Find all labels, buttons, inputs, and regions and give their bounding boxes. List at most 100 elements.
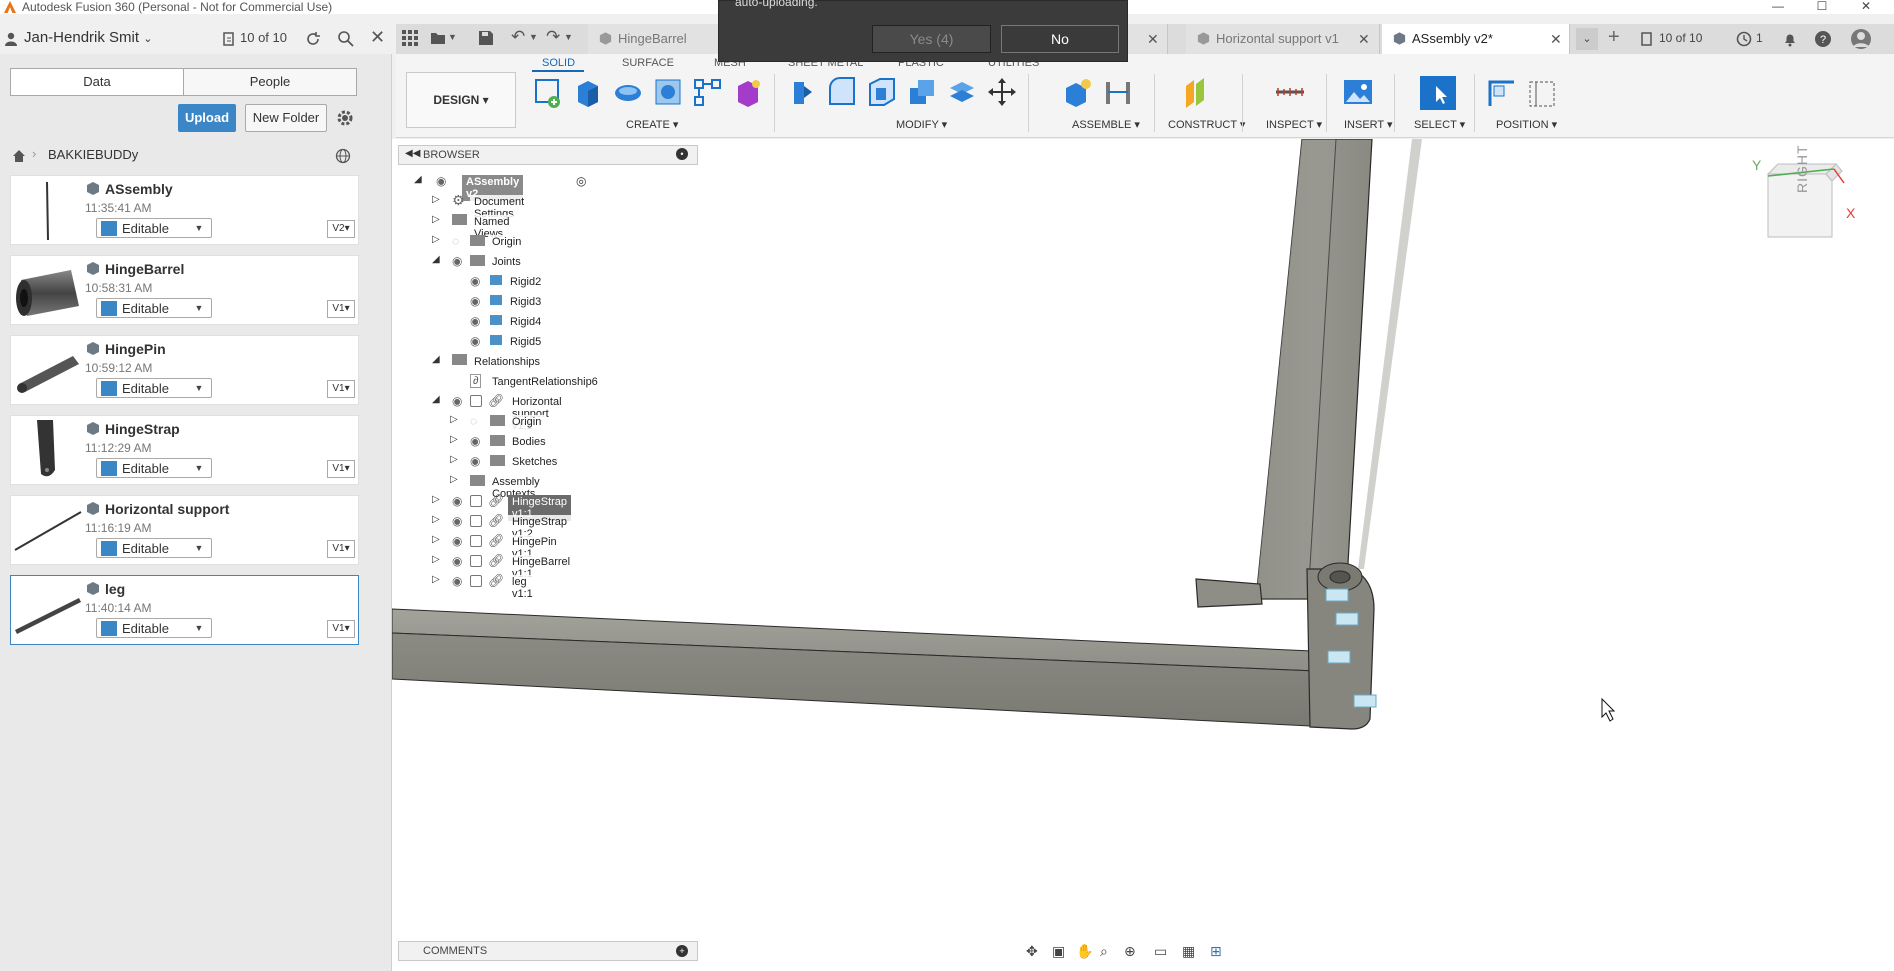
activate-radio-icon[interactable]: ◎ (576, 174, 586, 188)
visibility-eye-icon[interactable]: ◉ (452, 554, 462, 568)
editable-dropdown[interactable]: Editable ▼ (96, 458, 212, 478)
grid-settings-icon[interactable]: ▦ (1182, 943, 1195, 960)
redo-icon[interactable]: ↷ (546, 27, 560, 47)
file-card-hingepin[interactable]: HingePin 10:59:12 AM Editable ▼ V1▾ (10, 335, 359, 405)
tab-overflow-chevron-icon[interactable]: ⌄ (1576, 28, 1598, 50)
visibility-eye-icon[interactable]: ◉ (452, 534, 462, 548)
version-badge[interactable]: V1▾ (327, 460, 355, 478)
tab-assembly[interactable]: ASsembly v2* ✕ (1382, 24, 1570, 54)
bell-icon[interactable] (1782, 31, 1798, 47)
zoom-icon[interactable]: ⌕ (1100, 943, 1108, 960)
expand-triangle-icon[interactable]: ▷ (432, 494, 440, 505)
insert-menu[interactable]: INSERT ▾ (1344, 118, 1393, 131)
chevron-down-icon[interactable]: ▼ (448, 32, 457, 42)
select-menu[interactable]: SELECT ▾ (1414, 118, 1465, 131)
display-settings-icon[interactable]: ▭ (1154, 943, 1167, 960)
visibility-eye-icon[interactable]: ◉ (452, 574, 462, 588)
orbit-icon[interactable]: ✥ (1026, 943, 1038, 960)
visibility-eye-icon[interactable]: ◉ (470, 334, 480, 348)
close-window-button[interactable]: ✕ (1846, 0, 1886, 14)
version-badge[interactable]: V2▾ (327, 220, 355, 238)
help-icon[interactable]: ? (1814, 30, 1832, 48)
hidden-eye-icon[interactable]: ◌ (452, 234, 459, 248)
pan-hand-icon[interactable]: ✋ (1076, 943, 1093, 960)
close-tab-icon[interactable]: ✕ (1550, 31, 1562, 48)
chevron-down-icon[interactable]: ▼ (529, 32, 538, 42)
collapse-triangle-icon[interactable]: ◢ (432, 354, 440, 365)
home-icon[interactable] (12, 149, 26, 163)
visibility-eye-icon[interactable]: ◉ (470, 434, 480, 448)
close-tab-icon[interactable]: ✕ (1147, 31, 1159, 48)
modify-menu[interactable]: MODIFY ▾ (896, 118, 947, 131)
search-icon[interactable] (337, 30, 355, 48)
visibility-eye-icon[interactable]: ◉ (452, 254, 462, 268)
file-card-horizontal-support[interactable]: Horizontal support 11:16:19 AM Editable ▼… (10, 495, 359, 565)
new-folder-button[interactable]: New Folder (245, 104, 327, 132)
globe-icon[interactable] (335, 148, 351, 164)
folder-icon[interactable] (430, 30, 446, 46)
file-card-hingestrap[interactable]: HingeStrap 11:12:29 AM Editable ▼ V1▾ (10, 415, 359, 485)
refresh-icon[interactable] (304, 30, 322, 48)
expand-triangle-icon[interactable]: ▷ (450, 474, 458, 485)
position-menu[interactable]: POSITION ▾ (1496, 118, 1557, 131)
document-count[interactable]: 10 of 10 (240, 30, 287, 45)
version-badge[interactable]: V1▾ (327, 620, 355, 638)
expand-triangle-icon[interactable]: ▷ (432, 554, 440, 565)
collapse-triangle-icon[interactable]: ◢ (414, 174, 422, 185)
version-badge[interactable]: V1▾ (327, 380, 355, 398)
new-component-icon[interactable] (1062, 76, 1094, 110)
hinge-pin[interactable] (1329, 570, 1351, 584)
hidden-eye-icon[interactable]: ◌ (470, 414, 477, 428)
construct-menu[interactable]: CONSTRUCT ▾ (1168, 118, 1245, 131)
insert-image-icon[interactable] (1342, 76, 1374, 110)
yes-button[interactable]: Yes (4) (872, 25, 991, 53)
fillet-icon[interactable] (826, 76, 858, 110)
chevron-down-icon[interactable]: ▼ (564, 32, 573, 42)
expand-triangle-icon[interactable]: ▷ (450, 414, 458, 425)
user-menu[interactable]: Jan-Hendrik Smit ⌄ (24, 29, 152, 46)
expand-triangle-icon[interactable]: ▷ (450, 434, 458, 445)
job-status-icon[interactable] (1736, 31, 1752, 47)
visibility-eye-icon[interactable]: ◉ (470, 454, 480, 468)
expand-triangle-icon[interactable]: ▷ (432, 234, 440, 245)
select-icon[interactable] (1418, 76, 1458, 110)
view-cube[interactable]: Y X RIGHT (1738, 139, 1868, 239)
grid-icon[interactable] (402, 30, 418, 46)
editable-dropdown[interactable]: Editable ▼ (96, 538, 212, 558)
upload-button[interactable]: Upload (178, 104, 236, 132)
gear-icon[interactable] (336, 109, 354, 127)
create-menu[interactable]: CREATE ▾ (626, 118, 678, 131)
extrude-icon[interactable] (572, 76, 604, 110)
no-button[interactable]: No (1001, 25, 1119, 53)
expand-triangle-icon[interactable]: ▷ (432, 534, 440, 545)
collapse-panel-icon[interactable]: ◀◀ (405, 148, 420, 159)
measure-icon[interactable] (1274, 76, 1306, 110)
project-name[interactable]: BAKKIEBUDDy (48, 147, 138, 162)
tab-data[interactable]: Data (10, 68, 183, 96)
capture-position-icon[interactable] (1486, 76, 1518, 110)
visibility-eye-icon[interactable]: ◉ (452, 494, 462, 508)
version-badge[interactable]: V1▾ (327, 540, 355, 558)
leg-foot-plate[interactable] (1195, 578, 1263, 608)
workspace-design-button[interactable]: DESIGN ▾ (406, 72, 516, 128)
close-panel-icon[interactable]: ✕ (370, 27, 385, 48)
editable-dropdown[interactable]: Editable ▼ (96, 378, 212, 398)
visibility-eye-icon[interactable]: ◉ (436, 174, 446, 188)
expand-triangle-icon[interactable]: ▷ (432, 514, 440, 525)
editable-dropdown[interactable]: Editable ▼ (96, 298, 212, 318)
minimize-button[interactable]: — (1758, 0, 1798, 14)
avatar[interactable] (1850, 28, 1872, 50)
add-comment-icon[interactable]: + (676, 945, 688, 957)
maximize-button[interactable]: ☐ (1802, 0, 1842, 14)
comments-panel[interactable]: COMMENTS + (398, 941, 698, 961)
revert-position-icon[interactable] (1526, 76, 1558, 110)
ribbon-tab-surface[interactable]: SURFACE (622, 57, 674, 69)
offset-face-icon[interactable] (946, 76, 978, 110)
collapse-triangle-icon[interactable]: ◢ (432, 394, 440, 405)
view-cube-face-right[interactable]: RIGHT (1794, 144, 1810, 193)
inspect-menu[interactable]: INSPECT ▾ (1266, 118, 1322, 131)
visibility-eye-icon[interactable]: ◉ (470, 294, 480, 308)
shell-icon[interactable] (866, 76, 898, 110)
fit-icon[interactable]: ⊕ (1124, 943, 1136, 960)
visibility-eye-icon[interactable]: ◉ (470, 274, 480, 288)
